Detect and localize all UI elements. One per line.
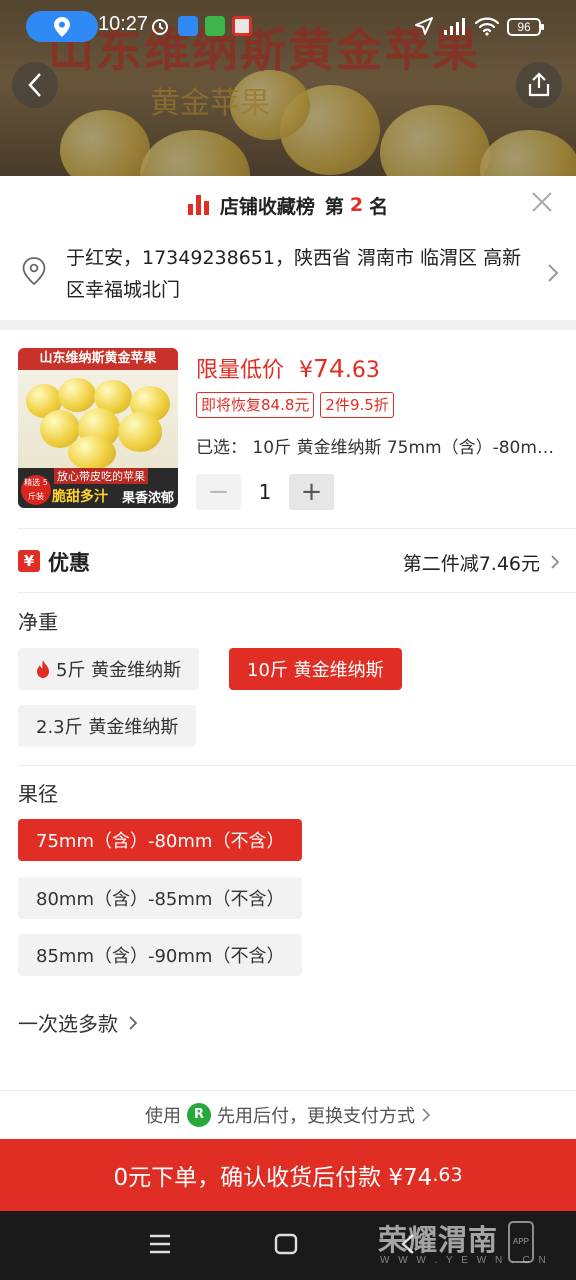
price-label: 限量低价 bbox=[196, 358, 285, 383]
share-icon bbox=[528, 72, 550, 97]
apple-image bbox=[68, 436, 116, 470]
navigation-arrow-icon bbox=[415, 17, 433, 35]
hot-flame-icon bbox=[37, 660, 49, 678]
shipping-address[interactable]: 于红安，17349238651，陕西省 渭南市 临渭区 高新区幸福城北门 bbox=[0, 238, 576, 318]
section-divider bbox=[0, 320, 576, 330]
multi-select-link[interactable]: 一次选多款 bbox=[18, 1008, 138, 1037]
promotion-label: 优惠 bbox=[48, 551, 90, 575]
watermark-brand: 荣耀渭南 bbox=[378, 1223, 499, 1257]
diameter-option-85-90[interactable]: 85mm（含）-90mm（不含） bbox=[18, 934, 303, 976]
quantity-stepper: − 1 + bbox=[196, 473, 334, 511]
product-thumbnail[interactable]: 山东维纳斯黄金苹果 放心带皮吃的苹果 脆甜多汁 果香浓郁 精选 5斤装 bbox=[18, 348, 178, 508]
close-icon[interactable] bbox=[530, 190, 554, 214]
diameter-option-75-80[interactable]: 75mm（含）-80mm（不含） bbox=[18, 819, 303, 861]
back-button[interactable] bbox=[12, 62, 58, 108]
weight-option-2-3jin[interactable]: 2.3斤 黄金维纳斯 bbox=[18, 705, 197, 747]
diameter-option-label: 80mm（含）-85mm（不含） bbox=[36, 889, 285, 910]
chevron-left-icon bbox=[28, 73, 41, 97]
home-icon[interactable] bbox=[274, 1233, 298, 1255]
price-restore-tag: 即将恢复84.8元 bbox=[196, 392, 315, 418]
rank-number: 2 bbox=[349, 194, 364, 216]
battery-indicator: 96 bbox=[507, 18, 544, 36]
place-order-label: 0元下单，确认收货后付款 ¥74 bbox=[113, 1165, 433, 1191]
price-symbol: ¥ bbox=[299, 358, 314, 383]
price-decimal: .63 bbox=[344, 358, 380, 383]
price-block: 限量低价 ¥74.63 bbox=[196, 352, 380, 384]
place-order-button[interactable]: 0元下单，确认收货后付款 ¥74.63 bbox=[0, 1139, 576, 1211]
selected-spec: 已选： 10斤 黄金维纳斯 75mm（含）-80mm（不含） bbox=[196, 433, 560, 458]
selected-label: 已选： bbox=[196, 438, 247, 458]
weight-option-label: 2.3斤 黄金维纳斯 bbox=[36, 717, 179, 738]
weight-option-label: 10斤 黄金维纳斯 bbox=[247, 660, 384, 681]
quantity-value[interactable]: 1 bbox=[241, 480, 289, 504]
share-button[interactable] bbox=[516, 62, 562, 108]
coupon-icon: ¥ bbox=[18, 550, 40, 572]
chevron-right-icon bbox=[548, 264, 559, 282]
multi-select-label: 一次选多款 bbox=[18, 1012, 118, 1036]
price-integer: 74 bbox=[313, 354, 345, 383]
divider bbox=[18, 528, 576, 529]
ranking-bar-icon bbox=[187, 195, 209, 215]
location-indicator[interactable] bbox=[26, 11, 98, 42]
price-tags: 即将恢复84.8元 2件9.5折 bbox=[196, 392, 394, 418]
watermark-app: APP bbox=[508, 1221, 534, 1263]
thumb-slogan: 放心带皮吃的苹果 bbox=[54, 468, 148, 484]
location-pin-icon bbox=[22, 257, 46, 286]
apple-image bbox=[58, 378, 96, 412]
place-order-decimal: .63 bbox=[432, 1164, 463, 1186]
selected-value: 10斤 黄金维纳斯 75mm（含）-80mm（不含） bbox=[252, 438, 560, 458]
diameter-option-label: 85mm（含）-90mm（不含） bbox=[36, 946, 285, 967]
diameter-label: 果径 bbox=[18, 782, 58, 806]
divider bbox=[18, 765, 576, 766]
status-time: 10:27 bbox=[98, 13, 149, 35]
thumb-title: 山东维纳斯黄金苹果 bbox=[18, 348, 178, 370]
signal-icon bbox=[444, 18, 465, 35]
decrease-quantity-button[interactable]: − bbox=[196, 474, 241, 510]
apple-image bbox=[118, 412, 162, 452]
rank-label: 店铺收藏榜 bbox=[219, 195, 315, 218]
weight-option-10jin[interactable]: 10斤 黄金维纳斯 bbox=[229, 648, 402, 690]
chevron-right-icon bbox=[422, 1107, 431, 1122]
payment-method-row[interactable]: 使用 R 先用后付，更换支付方式 bbox=[0, 1090, 576, 1138]
weight-label: 净重 bbox=[18, 610, 58, 634]
chevron-right-icon bbox=[551, 555, 560, 569]
chevron-right-icon bbox=[129, 1015, 138, 1030]
sku-selection-sheet: 店铺收藏榜 第 2 名 于红安，17349238651，陕西省 渭南市 临渭区 … bbox=[0, 176, 576, 1211]
store-rank-banner[interactable]: 店铺收藏榜 第 2 名 bbox=[0, 190, 576, 220]
pdd-notification-icon bbox=[232, 16, 252, 36]
pay-later-icon: R bbox=[187, 1102, 211, 1127]
weight-option-label: 5斤 黄金维纳斯 bbox=[56, 660, 182, 681]
status-bar: 10:27 96 bbox=[0, 0, 576, 52]
alipay-icon bbox=[178, 16, 198, 36]
thumb-feature-2: 果香浓郁 bbox=[121, 491, 174, 506]
weight-option-5jin[interactable]: 5斤 黄金维纳斯 bbox=[18, 648, 200, 690]
promotion-value: 第二件减7.46元 bbox=[402, 553, 540, 575]
payment-prefix: 使用 bbox=[145, 1105, 181, 1127]
diameter-option-80-85[interactable]: 80mm（含）-85mm（不含） bbox=[18, 877, 303, 919]
discount-tag: 2件9.5折 bbox=[320, 392, 394, 418]
rank-suffix: 名 bbox=[369, 195, 389, 218]
promotion-row[interactable]: ¥ 优惠 第二件减7.46元 bbox=[0, 536, 576, 586]
thumb-badge: 精选 5斤装 bbox=[21, 475, 51, 505]
thumb-feature-1: 脆甜多汁 bbox=[52, 489, 108, 505]
divider bbox=[18, 592, 576, 593]
address-text: 于红安，17349238651，陕西省 渭南市 临渭区 高新区幸福城北门 bbox=[66, 247, 522, 301]
alarm-icon bbox=[152, 19, 168, 35]
wifi-icon bbox=[474, 17, 500, 36]
payment-method-label: 先用后付，更换支付方式 bbox=[217, 1105, 415, 1127]
location-pin-icon bbox=[54, 16, 70, 37]
diameter-option-label: 75mm（含）-80mm（不含） bbox=[36, 831, 285, 852]
app-notification-icon bbox=[205, 16, 225, 36]
rank-ordinal: 第 bbox=[324, 195, 344, 218]
system-navigation-bar: 荣耀渭南 W W W . Y E W N . C N APP bbox=[0, 1211, 576, 1280]
increase-quantity-button[interactable]: + bbox=[289, 474, 334, 510]
menu-icon[interactable] bbox=[148, 1233, 172, 1255]
